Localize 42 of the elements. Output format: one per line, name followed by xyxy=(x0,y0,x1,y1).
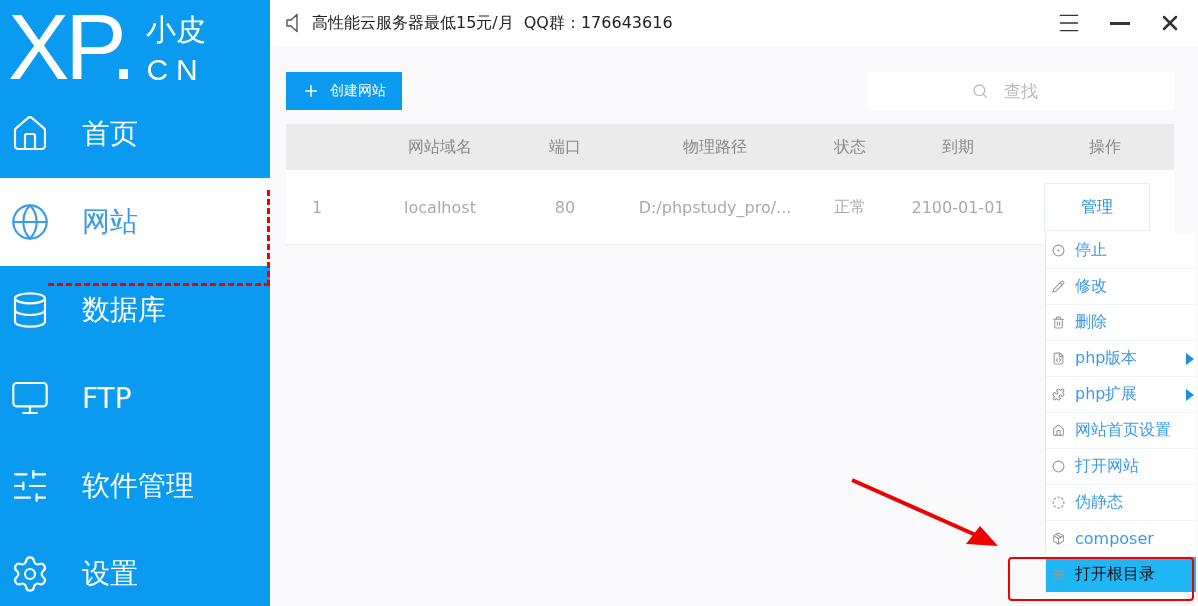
minimize-button[interactable] xyxy=(1110,21,1130,25)
column-header: 状态 xyxy=(833,136,867,158)
menu-item-icon xyxy=(1052,316,1065,329)
search-icon xyxy=(972,83,988,99)
menu-item-icon xyxy=(1052,532,1065,545)
menu-item-icon xyxy=(1052,244,1065,257)
column-header: 网站域名 xyxy=(407,136,473,158)
menu-item-icon xyxy=(1052,496,1065,509)
logo-text: CN xyxy=(146,52,207,88)
manage-button[interactable]: 管理 xyxy=(1044,183,1150,231)
search-field[interactable]: 查找 xyxy=(868,72,1174,110)
plus-icon xyxy=(302,82,320,100)
sidebar-item[interactable]: 软件管理 xyxy=(0,442,270,530)
menu-item-icon xyxy=(1052,388,1065,401)
qq-group-text: QQ群：176643616 xyxy=(523,12,673,34)
sidebar-item[interactable]: 设置 xyxy=(0,530,270,606)
table-cell-text: 2100-01-01 xyxy=(910,197,1006,217)
table-cell-text: 80 xyxy=(553,197,577,217)
logo-mark: XP. xyxy=(8,4,133,90)
sidebar-item[interactable]: 首页 xyxy=(0,90,270,178)
minimize-icon xyxy=(1110,21,1130,25)
menu-item-icon xyxy=(1052,424,1065,437)
menu-item-icon xyxy=(1052,352,1065,365)
create-site-button[interactable]: 创建网站 xyxy=(286,72,402,110)
table-cell-text: D:/phpstudy_pro/... xyxy=(637,197,793,217)
column-header: 物理路径 xyxy=(682,136,748,158)
column-header: 端口 xyxy=(548,136,582,158)
column-header: 到期 xyxy=(941,136,975,158)
table-cell-text: 正常 xyxy=(833,196,867,218)
menu-item-icon xyxy=(1052,568,1065,581)
menu-item[interactable]: 打开根目录 xyxy=(1046,557,1196,593)
menu-item-icon xyxy=(1052,460,1065,473)
nav-icon xyxy=(10,202,50,242)
menu-item-icon xyxy=(1052,280,1065,293)
sidebar-item[interactable]: FTP xyxy=(0,354,270,442)
notice-text: 高性能云服务器最低15元/月 xyxy=(312,12,514,34)
sidebar-item[interactable]: 网站 xyxy=(0,178,270,266)
sidebar-item[interactable]: 数据库 xyxy=(0,266,270,354)
table-cell-text: localhost xyxy=(403,197,477,217)
table-cell-text: 1 xyxy=(311,197,324,217)
column-header: 操作 xyxy=(1088,136,1122,158)
logo-text: 小皮 xyxy=(146,12,207,48)
